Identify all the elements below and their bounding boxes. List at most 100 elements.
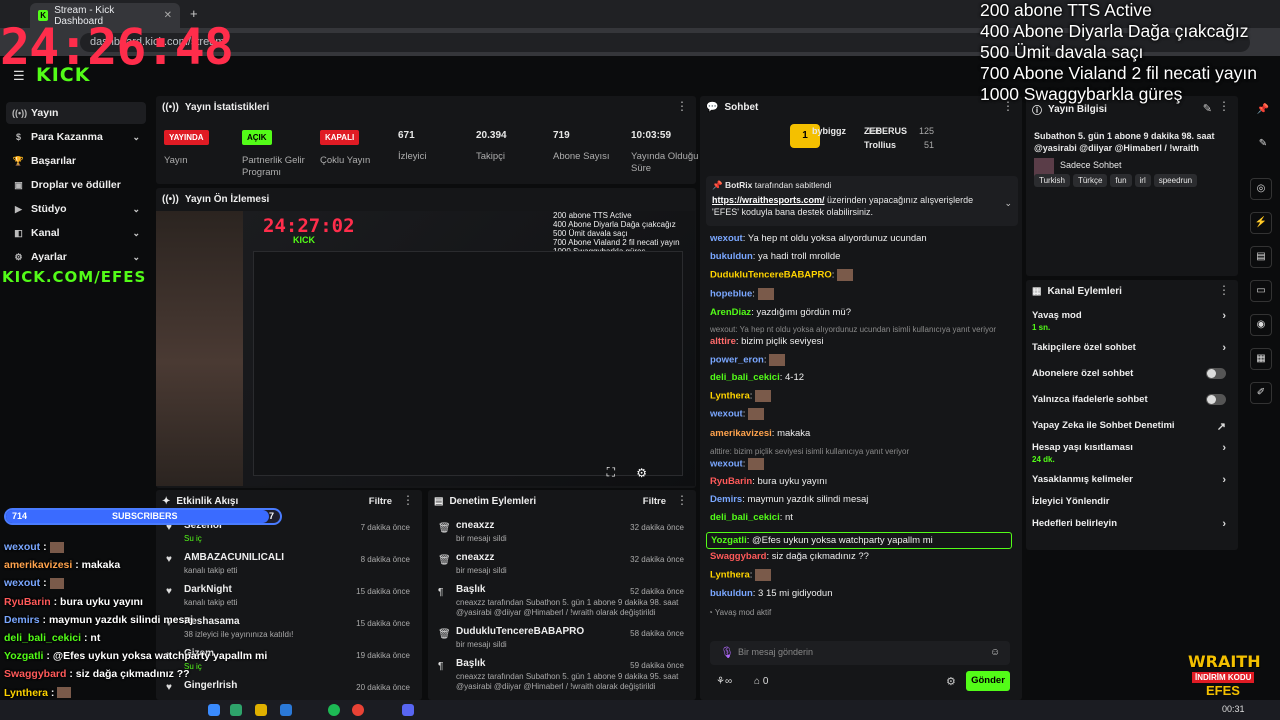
chat-username[interactable]: bukuldun	[710, 588, 753, 599]
moderation-actor[interactable]: cneaxzz	[456, 520, 494, 531]
chat-message[interactable]: wexout:	[710, 458, 1010, 470]
chat-username[interactable]: Lynthera	[710, 570, 750, 581]
points-icon[interactable]: ⚘∞	[716, 676, 732, 687]
chat-input[interactable]: Bir mesaj gönderin	[710, 641, 1010, 665]
tag-chip[interactable]: fun	[1110, 174, 1132, 187]
tag-chip[interactable]: Türkçe	[1072, 174, 1108, 187]
chat-message[interactable]: RyuBarin: bura uyku yayını	[710, 476, 1010, 487]
chevron-right-icon[interactable]: ›	[1222, 310, 1226, 322]
tag-chip[interactable]: speedrun	[1153, 174, 1198, 187]
chat-username[interactable]: bukuldun	[710, 251, 753, 262]
wrench-icon[interactable]: ✐	[1250, 382, 1272, 404]
outlook-icon[interactable]	[280, 704, 292, 716]
chat-message[interactable]: power_eron:	[710, 354, 1010, 366]
chat-message[interactable]: wexout:	[710, 408, 1010, 420]
sidebar-item-6[interactable]: ⚙ Ayarlar ⌄	[6, 246, 146, 268]
reply-context[interactable]: alttire: bizim piçlik seviyesi isimli ku…	[710, 446, 1010, 457]
chevron-right-icon[interactable]: ›	[1222, 474, 1226, 486]
external-link-icon[interactable]: ↗	[1217, 420, 1226, 433]
layout-icon[interactable]: ▦	[1250, 348, 1272, 370]
chat-username[interactable]: power_eron	[710, 355, 764, 366]
chat-username[interactable]: Lynthera	[710, 391, 750, 402]
activity-user[interactable]: AMBAZACUNILICALI	[184, 552, 284, 563]
chat-username[interactable]: Yozgatli	[711, 535, 747, 546]
chevron-right-icon[interactable]: ›	[1222, 518, 1226, 530]
sidebar-item-0[interactable]: ((•)) Yayın	[6, 102, 146, 124]
chat-message[interactable]: bukuldun: ya hadi troll mrollde	[710, 251, 1010, 262]
pinned-link[interactable]: https://wraithesports.com/	[712, 195, 825, 205]
more-icon[interactable]: ⋮	[1218, 284, 1230, 296]
folder-icon[interactable]	[255, 704, 267, 716]
chat-message[interactable]: deli_bali_cekici: 4-12	[710, 372, 1010, 383]
chat-username[interactable]: ArenDiaz	[710, 307, 751, 318]
chat-message[interactable]: ArenDiaz: yazdığımı gördün mü?	[710, 307, 1010, 318]
moderation-actor[interactable]: Başlık	[456, 658, 485, 669]
explorer-icon[interactable]	[208, 704, 220, 716]
lightning-icon[interactable]: ⚡	[1250, 212, 1272, 234]
chevron-down-icon[interactable]: ⌄	[132, 132, 140, 143]
reply-context[interactable]: wexout: Ya hep nt oldu yoksa alıyordunuz…	[710, 324, 1010, 335]
chat-username[interactable]: wexout	[710, 409, 743, 420]
clip-icon[interactable]: ◎	[1250, 178, 1272, 200]
sidebar-item-5[interactable]: ◧ Kanal ⌄	[6, 222, 146, 244]
chat-message[interactable]: Lynthera:	[710, 390, 1010, 402]
chat-bubble-icon[interactable]: ▭	[1250, 280, 1272, 302]
channel-action[interactable]: Yalnızca ifadelerle sohbet	[1032, 394, 1232, 405]
chat-settings-icon[interactable]: ⚙	[946, 675, 956, 688]
chat-username[interactable]: wexout	[710, 459, 743, 470]
chat-username[interactable]: wexout	[710, 233, 743, 244]
channel-action[interactable]: Yapay Zeka ile Sohbet Denetimi ↗	[1032, 420, 1232, 433]
chat-message[interactable]: alttire: bizim piçlik seviyesi	[710, 336, 1010, 347]
tag-chip[interactable]: irl	[1134, 174, 1151, 187]
chat-message[interactable]: DudukluTencereBABAPRO:	[710, 269, 1010, 281]
more-icon[interactable]: ⋮	[676, 494, 688, 506]
sidebar-item-1[interactable]: $ Para Kazanma ⌄	[6, 126, 146, 148]
pencil-icon[interactable]: ✎	[1252, 134, 1274, 156]
activity-user[interactable]: Gingerlrish	[184, 680, 237, 691]
chat-username[interactable]: deli_bali_cekici	[710, 512, 780, 523]
moderation-actor[interactable]: Başlık	[456, 584, 485, 595]
mic-icon[interactable]: 🎙	[720, 646, 734, 659]
discord-icon[interactable]	[402, 704, 414, 716]
chat-message[interactable]: bukuldun: 3 15 mi gidiyodun	[710, 588, 1010, 599]
channel-action[interactable]: Takipçilere özel sohbet ›	[1032, 342, 1232, 354]
tag-chip[interactable]: Turkish	[1034, 174, 1070, 187]
chat-username[interactable]: alttire	[710, 336, 736, 347]
chat-message[interactable]: amerikavizesi: makaka	[710, 428, 1010, 439]
top-gifter[interactable]: Trollius 51	[864, 140, 964, 150]
channel-action[interactable]: Hesap yaşı kısıtlaması 24 dk. ›	[1032, 442, 1232, 464]
chat-username[interactable]: amerikavizesi	[710, 428, 772, 439]
chevron-down-icon[interactable]: ⌄	[132, 228, 140, 239]
channel-action[interactable]: İzleyici Yönlendir	[1032, 496, 1232, 507]
more-icon[interactable]: ⋮	[676, 100, 688, 112]
chat-message[interactable]: Demirs: maymun yazdık silindi mesaj	[710, 494, 1010, 505]
edge-icon[interactable]	[230, 704, 242, 716]
stream-preview-video[interactable]: 24:27:02 KICK 200 abone TTS Active 400 Ab…	[243, 211, 695, 486]
emoji-icon[interactable]: ☺	[990, 647, 1000, 658]
chat-username[interactable]: deli_bali_cekici	[710, 372, 780, 383]
chat-username[interactable]: hopeblue	[710, 289, 752, 300]
channel-action[interactable]: Yavaş mod 1 sn. ›	[1032, 310, 1232, 332]
chevron-right-icon[interactable]: ›	[1222, 442, 1226, 454]
chat-username[interactable]: Demirs	[710, 494, 742, 505]
fullscreen-icon[interactable]: ⛶	[607, 465, 615, 480]
sidebar-item-2[interactable]: 🏆 Başarılar	[6, 150, 146, 172]
settings-gear-icon[interactable]: ⚙	[636, 466, 647, 480]
chrome-icon[interactable]	[352, 704, 364, 716]
chat-message[interactable]: hopeblue:	[710, 288, 1010, 300]
chat-message[interactable]: Swaggybard: siz dağa çıkmadınız ??	[710, 551, 1010, 562]
sidebar-item-3[interactable]: ▣ Droplar ve ödüller	[6, 174, 146, 196]
activity-user[interactable]: DarkNight	[184, 584, 232, 595]
send-button[interactable]: Gönder	[966, 671, 1010, 691]
chat-username[interactable]: Swaggybard	[710, 551, 767, 562]
chat-username[interactable]: DudukluTencereBABAPRO	[710, 270, 832, 281]
chat-message[interactable]: deli_bali_cekici: nt	[710, 512, 1010, 523]
chat-username[interactable]: RyuBarin	[710, 476, 752, 487]
broadcast-icon[interactable]: ◉	[1250, 314, 1272, 336]
chat-message[interactable]: wexout: Ya hep nt oldu yoksa alıyordunuz…	[710, 233, 1010, 244]
chat-message[interactable]: Lynthera:	[710, 569, 1010, 581]
moderation-actor[interactable]: cneaxzz	[456, 552, 494, 563]
top-gifter[interactable]: ZEBERUS 125	[864, 126, 964, 136]
chat-message[interactable]: Yozgatli: @Efes uykun yoksa watchparty y…	[706, 532, 1012, 549]
activity-filter-button[interactable]: Filtre	[369, 496, 392, 507]
